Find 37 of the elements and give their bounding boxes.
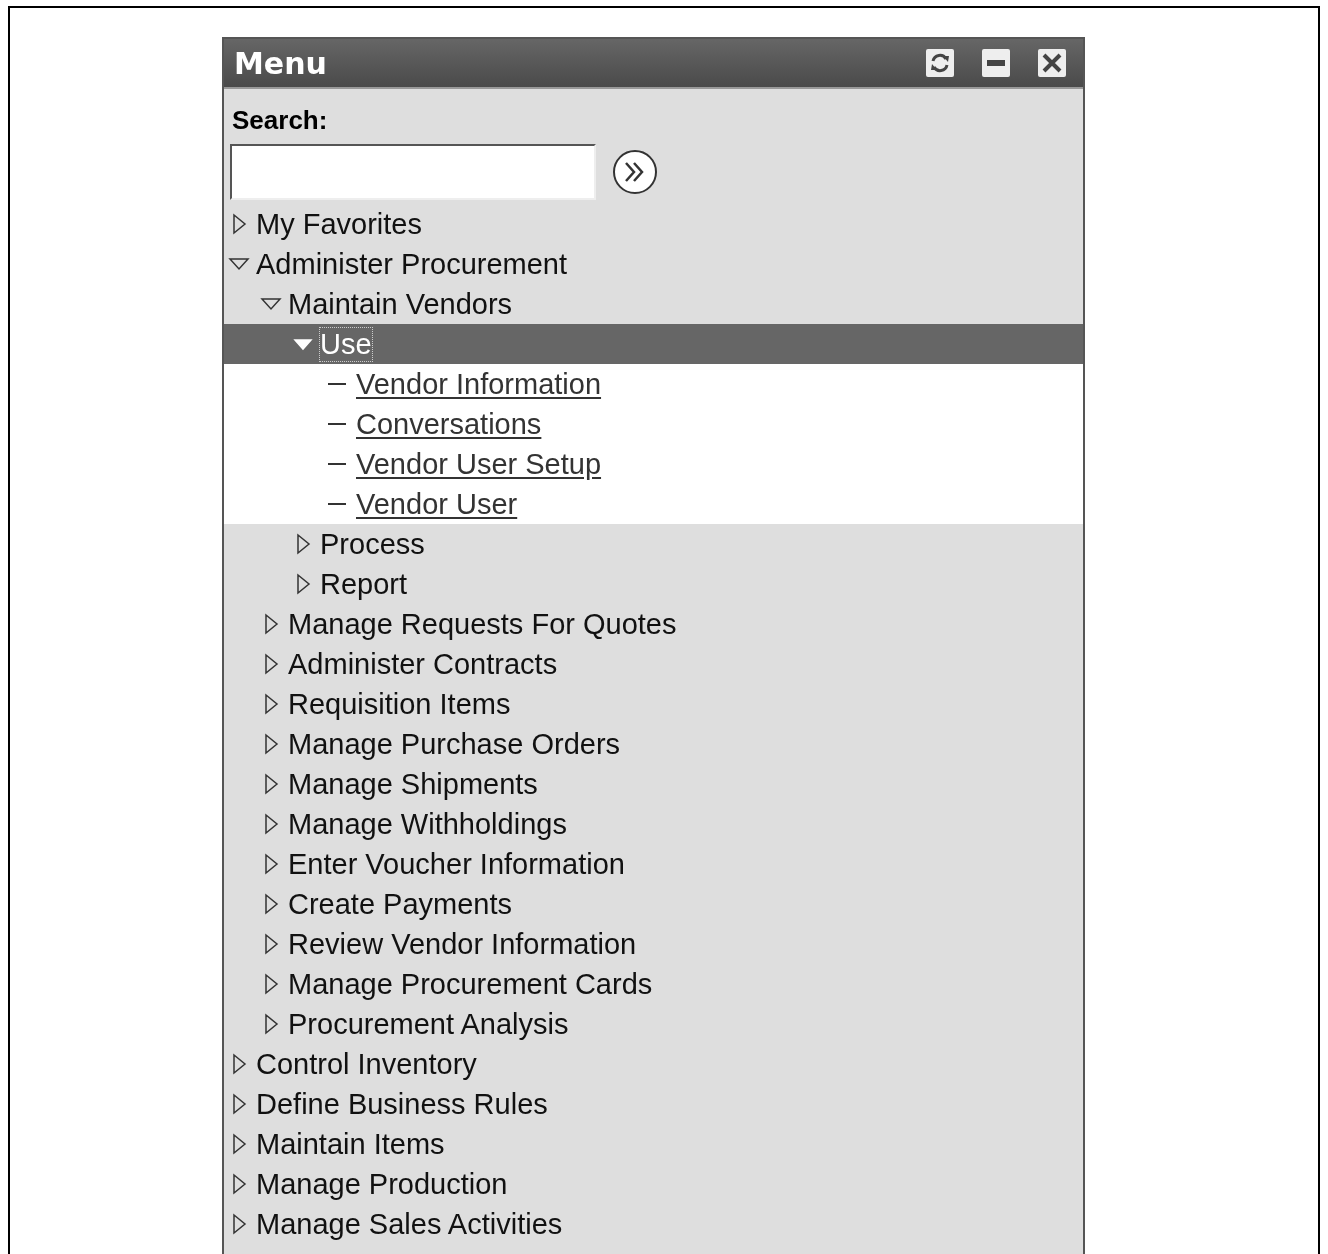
menu-folder[interactable]: Use [320, 327, 372, 361]
menu-folder[interactable]: Control Inventory [256, 1047, 477, 1081]
window-title: Menu [234, 45, 328, 81]
minimize-icon[interactable] [981, 48, 1011, 78]
menu-folder[interactable]: Manage Sales Activities [256, 1207, 563, 1241]
menu-folder[interactable]: Manage Requests For Quotes [288, 607, 677, 641]
menu-folder[interactable]: Procurement Analysis [288, 1007, 569, 1041]
dash-icon [328, 502, 346, 506]
menu-folder[interactable]: Create Payments [288, 887, 513, 921]
search-label: Search: [231, 104, 329, 136]
dash-icon [328, 382, 346, 386]
dash-icon [328, 462, 346, 466]
menu-folder[interactable]: Manage Production [256, 1167, 508, 1201]
search-field[interactable] [230, 144, 596, 200]
menu-folder[interactable]: My Favorites [256, 207, 422, 241]
menu-link[interactable]: Vendor User Setup [356, 447, 602, 481]
menu-folder[interactable]: Report [320, 567, 408, 601]
menu-folder[interactable]: Maintain Items [256, 1127, 445, 1161]
menu-link[interactable]: Conversations [356, 407, 542, 441]
menu-folder[interactable]: Administer Procurement [256, 247, 568, 281]
menu-folder[interactable]: Requisition Items [288, 687, 511, 721]
menu-folder[interactable]: Manage Shipments [288, 767, 538, 801]
menu-folder[interactable]: Administer Contracts [288, 647, 558, 681]
menu-folder[interactable]: Review Vendor Information [288, 927, 637, 961]
menu-folder[interactable]: Manage Purchase Orders [288, 727, 621, 761]
menu-link[interactable]: Vendor Information [356, 367, 602, 401]
refresh-icon[interactable] [925, 48, 955, 78]
dash-icon [328, 422, 346, 426]
menu-folder[interactable]: Maintain Vendors [288, 287, 513, 321]
menu-folder[interactable]: Manage Procurement Cards [288, 967, 653, 1001]
go-button-icon[interactable] [612, 149, 658, 195]
menu-folder[interactable]: Process [320, 527, 425, 561]
menu-folder[interactable]: Enter Voucher Information [288, 847, 625, 881]
menu-folder[interactable]: Manage Withholdings [288, 807, 567, 841]
close-icon[interactable] [1037, 48, 1067, 78]
menu-folder[interactable]: Define Business Rules [256, 1087, 548, 1121]
menu-link[interactable]: Vendor User [356, 487, 518, 521]
